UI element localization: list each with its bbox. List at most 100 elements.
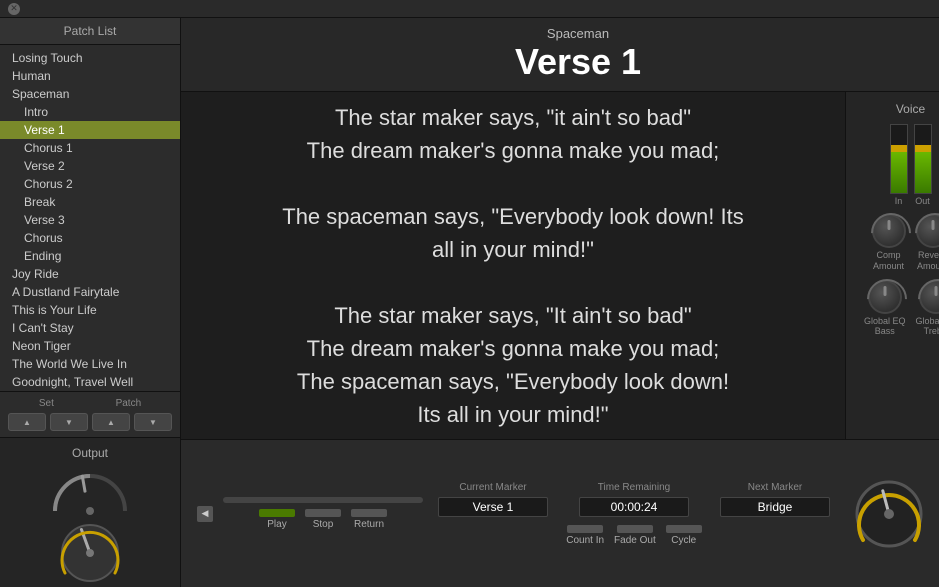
return-label: Return [354, 519, 384, 530]
prev-marker-button[interactable]: ◀ [197, 506, 213, 522]
patch-item-goodnight[interactable]: Goodnight, Travel Well [0, 373, 180, 391]
patch-item-chorus-1[interactable]: Chorus 1 [0, 139, 180, 157]
stop-indicator [305, 509, 341, 517]
vu-fill-yellow-out [915, 145, 931, 152]
cycle-label: Cycle [671, 535, 696, 546]
output-section: Output [0, 437, 180, 587]
time-remaining-label: Time Remaining [598, 482, 670, 493]
knob-row-1: CompAmount ReverbAmount [872, 214, 939, 272]
patch-item-spaceman[interactable]: Spaceman [0, 85, 180, 103]
time-remaining-section: Time Remaining 00:00:24 [569, 482, 699, 517]
patch-item-ending[interactable]: Ending [0, 247, 180, 265]
voice-label: Voice [896, 102, 925, 116]
comp-amount-knob[interactable] [872, 214, 906, 248]
vu-meters: In Out [890, 126, 932, 206]
lyrics-voice-area: The star maker says, "it ain't so bad" T… [181, 92, 939, 439]
lyrics-area: The star maker says, "it ain't so bad" T… [181, 92, 845, 439]
set-up-button[interactable] [8, 413, 46, 431]
top-bar: ✕ [0, 0, 939, 18]
sp-buttons [8, 413, 172, 431]
play-button[interactable]: Play [259, 509, 295, 530]
reverb-amount-knob-container: ReverbAmount [916, 214, 939, 272]
cycle-indicator [666, 525, 702, 533]
patch-up-button[interactable] [92, 413, 130, 431]
big-dial[interactable] [851, 476, 927, 552]
global-eq-treble-knob-container: Global EQTreble [916, 280, 939, 338]
time-remaining-bar: 00:00:24 [579, 497, 689, 517]
vu-label-in: In [895, 196, 903, 206]
patch-item-chorus-2[interactable]: Chorus 2 [0, 175, 180, 193]
output-gauge [45, 466, 135, 516]
song-header: Spaceman Verse 1 [181, 18, 939, 92]
count-in-indicator [567, 525, 603, 533]
global-eq-treble-knob[interactable] [919, 280, 939, 314]
right-content: Spaceman Verse 1 The star maker says, "i… [181, 18, 939, 587]
play-indicator [259, 509, 295, 517]
patch-item-i-cant-stay[interactable]: I Can't Stay [0, 319, 180, 337]
lyrics-text: The star maker says, "it ain't so bad" T… [282, 101, 743, 431]
set-patch-controls: Set Patch [0, 391, 180, 437]
current-marker-section: Current Marker Verse 1 [433, 482, 553, 517]
comp-amount-knob-container: CompAmount [872, 214, 906, 272]
return-button[interactable]: Return [351, 509, 387, 530]
transport-progress-bar[interactable] [223, 497, 423, 503]
vu-label-out: Out [915, 196, 930, 206]
patch-item-dustland[interactable]: A Dustland Fairytale [0, 283, 180, 301]
knob-arc-comp [862, 205, 919, 262]
set-down-button[interactable] [50, 413, 88, 431]
patch-label: Patch [116, 398, 142, 409]
patch-item-chorus[interactable]: Chorus [0, 229, 180, 247]
patch-item-verse-1[interactable]: Verse 1 [0, 121, 180, 139]
fade-out-button[interactable]: Fade Out [614, 525, 656, 546]
count-in-label: Count In [566, 535, 604, 546]
patch-list-items: Losing Touch Human Spaceman Intro Verse … [0, 45, 180, 391]
patch-item-the-world[interactable]: The World We Live In [0, 355, 180, 373]
reverb-amount-knob[interactable] [916, 214, 939, 248]
next-marker-label: Next Marker [748, 482, 802, 493]
section-name: Verse 1 [181, 41, 939, 83]
patch-item-this-is-your-life[interactable]: This is Your Life [0, 301, 180, 319]
time-remaining-value: 00:00:24 [611, 500, 658, 514]
output-label: Output [72, 446, 108, 460]
cycle-button[interactable]: Cycle [666, 525, 702, 546]
patch-item-break[interactable]: Break [0, 193, 180, 211]
sp-labels: Set Patch [8, 398, 172, 409]
next-marker-bar: Bridge [720, 497, 830, 517]
vu-meter-out: Out [914, 124, 932, 206]
patch-item-verse-2[interactable]: Verse 2 [0, 157, 180, 175]
vu-meter-in: In [890, 124, 908, 206]
patch-item-losing-touch[interactable]: Losing Touch [0, 49, 180, 67]
song-name: Spaceman [181, 26, 939, 41]
patch-list-header: Patch List [0, 18, 180, 45]
vu-bar-out [914, 124, 932, 194]
vu-fill-green-in [891, 152, 907, 193]
vu-fill-green-out [915, 152, 931, 193]
patch-item-joy-ride[interactable]: Joy Ride [0, 265, 180, 283]
count-in-button[interactable]: Count In [566, 525, 604, 546]
set-label: Set [39, 398, 54, 409]
voice-panel: Voice In Out [845, 92, 939, 439]
patch-item-intro[interactable]: Intro [0, 103, 180, 121]
patch-down-button[interactable] [134, 413, 172, 431]
transport-area: ◀ Play Stop [181, 439, 939, 587]
knob-row-2: Global EQBass Global EQTreble [864, 280, 939, 338]
fade-out-label: Fade Out [614, 535, 656, 546]
close-button[interactable]: ✕ [8, 3, 20, 15]
current-marker-bar: Verse 1 [438, 497, 548, 517]
fade-out-indicator [617, 525, 653, 533]
global-eq-bass-knob-container: Global EQBass [864, 280, 906, 338]
current-marker-label: Current Marker [459, 482, 526, 493]
global-eq-bass-knob[interactable] [868, 280, 902, 314]
stop-label: Stop [313, 519, 334, 530]
vu-bar-in [890, 124, 908, 194]
patch-item-verse-3[interactable]: Verse 3 [0, 211, 180, 229]
play-label: Play [267, 519, 286, 530]
left-panel: Patch List Losing Touch Human Spaceman I… [0, 18, 181, 587]
patch-item-neon-tiger[interactable]: Neon Tiger [0, 337, 180, 355]
return-indicator [351, 509, 387, 517]
current-marker-value: Verse 1 [473, 500, 514, 514]
patch-item-human[interactable]: Human [0, 67, 180, 85]
vu-fill-yellow-in [891, 145, 907, 152]
stop-button[interactable]: Stop [305, 509, 341, 530]
output-dial[interactable] [55, 518, 125, 587]
